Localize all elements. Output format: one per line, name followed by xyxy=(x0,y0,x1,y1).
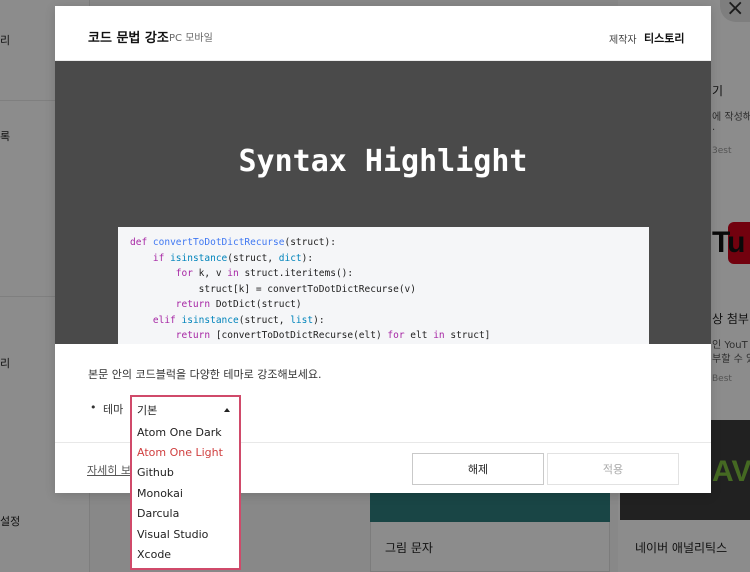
modal-description: 본문 안의 코드블럭을 다양한 테마로 강조해보세요. xyxy=(88,368,322,381)
bullet: • xyxy=(90,401,97,414)
theme-option-visual-studio[interactable]: Visual Studio xyxy=(132,525,239,545)
modal-subtitle: PC 모바일 xyxy=(169,33,213,44)
theme-label: 테마 xyxy=(103,403,124,416)
preview-title: Syntax Highlight xyxy=(238,144,528,179)
apply-button[interactable]: 적용 xyxy=(547,453,679,485)
code-line: return DotDict(struct) xyxy=(175,299,302,310)
modal-header: 코드 문법 강조 PC 모바일 제작자 티스토리 xyxy=(55,6,711,61)
theme-option-github[interactable]: Github xyxy=(132,463,239,483)
theme-option-xcode[interactable]: Xcode xyxy=(132,545,239,565)
maker-label: 제작자 xyxy=(609,35,637,46)
theme-option-monokai[interactable]: Monokai xyxy=(132,484,239,504)
theme-option-atom-one-light[interactable]: Atom One Light xyxy=(132,443,239,463)
code-preview: def convertToDotDictRecurse(struct): if … xyxy=(118,227,649,344)
detail-link[interactable]: 자세히 보 xyxy=(87,462,131,478)
release-button[interactable]: 해제 xyxy=(412,453,544,485)
code-line: struct[k] = convertToDotDictRecurse(v) xyxy=(130,283,416,295)
code-line: if isinstance(struct, dict): xyxy=(152,252,314,264)
code-line: def convertToDotDictRecurse(struct): xyxy=(130,237,336,248)
theme-select[interactable]: 기본 Atom One Dark Atom One Light Github M… xyxy=(130,395,241,570)
code-line: for k, v in struct.iteritems(): xyxy=(175,268,354,279)
code-line: return [convertToDotDictRecurse(elt) for… xyxy=(175,330,491,341)
modal-title: 코드 문법 강조 xyxy=(88,31,169,46)
code-line: elif isinstance(struct, list): xyxy=(152,314,325,326)
maker-name: 티스토리 xyxy=(644,32,685,45)
theme-option-darcula[interactable]: Darcula xyxy=(132,504,239,524)
theme-option-atom-one-dark[interactable]: Atom One Dark xyxy=(132,423,239,443)
caret-up-icon xyxy=(224,408,230,412)
preview-banner: Syntax Highlight def convertToDotDictRec… xyxy=(55,61,711,344)
theme-select-value[interactable]: 기본 xyxy=(132,397,239,423)
